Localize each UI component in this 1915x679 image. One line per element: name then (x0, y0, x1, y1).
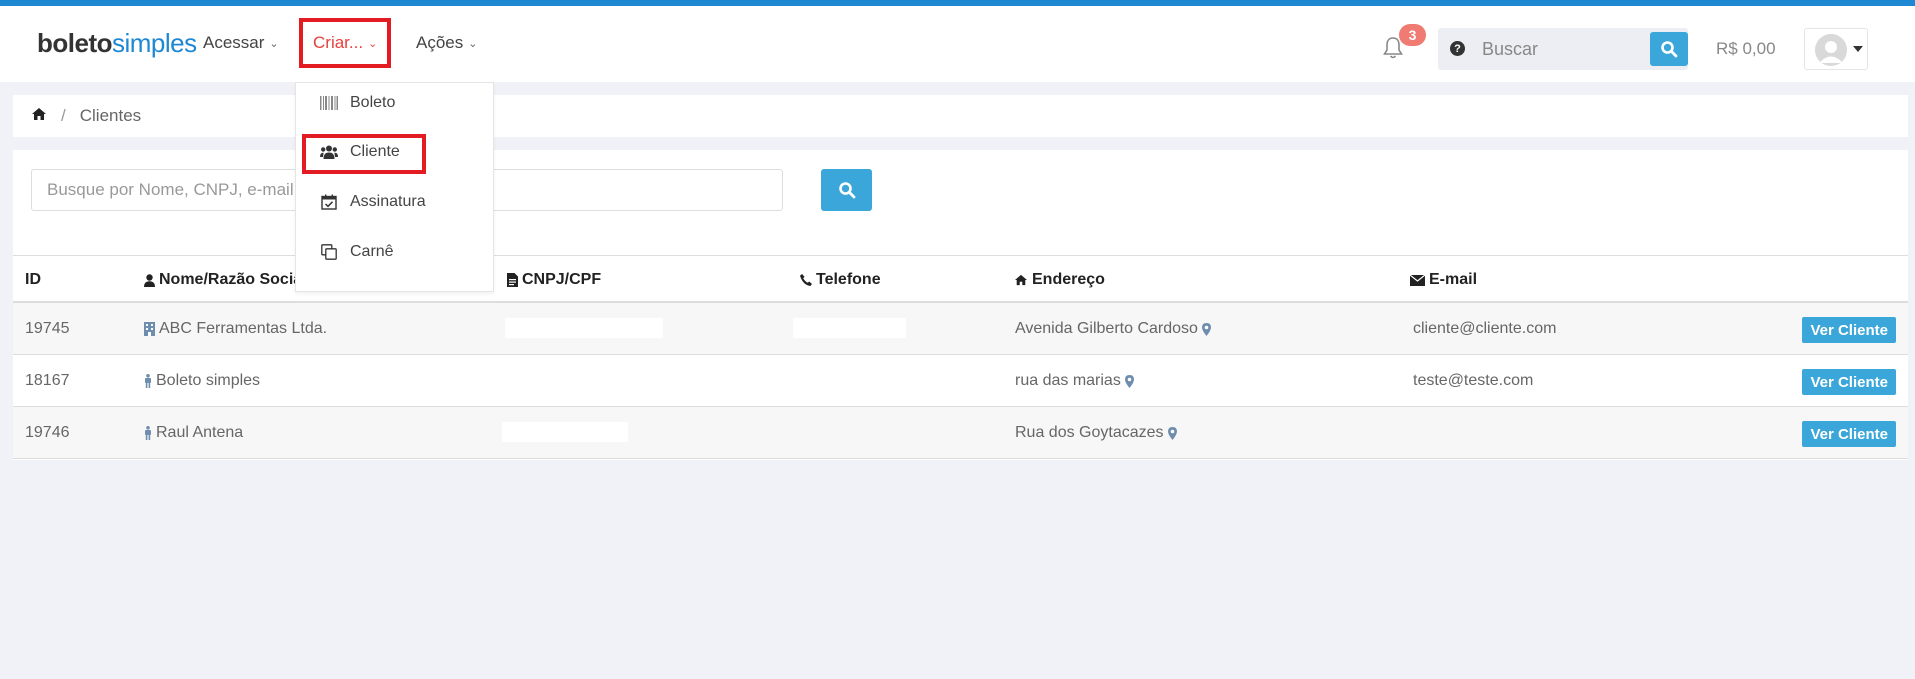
menu-item-carne-label: Carnê (350, 243, 394, 260)
file-icon (507, 273, 518, 287)
breadcrumb-current: Clientes (79, 106, 142, 125)
cell-name-text: Raul Antena (156, 424, 244, 441)
logo-text-bold: boleto (37, 28, 113, 58)
envelope-icon (1410, 274, 1425, 286)
phone-icon (800, 274, 812, 286)
cell-id: 19745 (25, 320, 70, 337)
header-email[interactable]: E-mail (1410, 271, 1477, 289)
account-balance[interactable]: R$ 0,00 (1716, 39, 1776, 59)
users-icon (320, 144, 338, 160)
cell-name-text: ABC Ferramentas Ltda. (159, 320, 328, 337)
calendar-check-icon (320, 194, 338, 210)
notification-badge: 3 (1399, 24, 1426, 46)
criar-dropdown-menu: Boleto Cliente Assinatura Carnê (295, 82, 494, 292)
person-icon (145, 426, 151, 440)
map-marker-icon (1201, 322, 1211, 336)
breadcrumb-separator: / (61, 106, 66, 125)
header-email-label: E-mail (1429, 271, 1478, 288)
search-icon (1661, 41, 1678, 58)
cell-id: 18167 (25, 372, 70, 389)
chevron-down-icon: ⌄ (468, 37, 478, 50)
user-icon (144, 273, 155, 287)
table-row: 19745 ABC Ferramentas Ltda. Avenida Gilb… (13, 303, 1908, 355)
map-marker-icon (1167, 426, 1177, 440)
global-search-button[interactable] (1650, 32, 1688, 66)
cell-address[interactable]: Avenida Gilberto Cardoso (1015, 320, 1211, 338)
header-id[interactable]: ID (25, 271, 41, 289)
nav-criar[interactable]: Criar... ⌄ (313, 33, 377, 53)
map-marker-icon (1124, 374, 1134, 388)
barcode-icon (320, 95, 338, 111)
cell-email: cliente@cliente.com (1413, 320, 1557, 337)
question-icon[interactable]: ? (1450, 41, 1465, 56)
menu-item-cliente-label: Cliente (350, 143, 400, 160)
table-row: 18167 Boleto simples rua das marias test… (13, 355, 1908, 407)
chevron-down-icon: ⌄ (368, 37, 378, 50)
menu-item-carne[interactable]: Carnê (320, 243, 394, 261)
header-address[interactable]: Endereço (1014, 271, 1105, 289)
cell-name[interactable]: ABC Ferramentas Ltda. (144, 320, 327, 338)
logo[interactable]: boletosimples (37, 28, 197, 59)
logo-text-light: simples (112, 28, 197, 58)
nav-acoes[interactable]: Ações ⌄ (416, 33, 477, 53)
client-search-button[interactable] (821, 169, 872, 211)
building-icon (144, 322, 155, 336)
table-row: 19746 Raul Antena Rua dos Goytacazes Ver… (13, 407, 1908, 459)
nav-acessar[interactable]: Acessar ⌄ (203, 33, 279, 53)
avatar (1815, 34, 1847, 66)
menu-item-cliente[interactable]: Cliente (320, 143, 400, 161)
top-navbar: boletosimples Acessar ⌄ Criar... ⌄ Ações… (0, 6, 1915, 82)
person-icon (145, 374, 151, 388)
header-phone-label: Telefone (816, 271, 881, 288)
view-client-button[interactable]: Ver Cliente (1802, 317, 1896, 343)
menu-item-assinatura[interactable]: Assinatura (320, 193, 426, 211)
cell-address-text: Avenida Gilberto Cardoso (1015, 320, 1198, 337)
header-name[interactable]: Nome/Razão Social (144, 271, 307, 289)
header-id-label: ID (25, 271, 41, 288)
copy-icon (320, 244, 338, 260)
menu-item-assinatura-label: Assinatura (350, 193, 426, 210)
header-address-label: Endereço (1032, 271, 1105, 288)
cell-email: teste@teste.com (1413, 372, 1534, 389)
menu-item-boleto-label: Boleto (350, 94, 396, 111)
redacted-phone (793, 318, 906, 338)
nav-acoes-label: Ações (416, 33, 464, 52)
global-search-input[interactable] (1482, 34, 1652, 64)
search-icon (838, 182, 855, 199)
chevron-down-icon: ⌄ (269, 37, 279, 50)
header-cnpj-label: CNPJ/CPF (522, 271, 602, 288)
cell-address[interactable]: rua das marias (1015, 372, 1134, 390)
nav-acessar-label: Acessar (203, 33, 265, 52)
cell-name[interactable]: Boleto simples (144, 372, 260, 390)
home-icon[interactable] (31, 106, 47, 126)
caret-down-icon (1853, 46, 1863, 52)
nav-criar-label: Criar... (313, 33, 364, 52)
cell-address-text: rua das marias (1015, 372, 1121, 389)
home-icon (1015, 274, 1027, 286)
view-client-button[interactable]: Ver Cliente (1802, 369, 1896, 395)
user-menu[interactable] (1804, 28, 1868, 70)
menu-item-boleto[interactable]: Boleto (320, 94, 395, 112)
header-phone[interactable]: Telefone (800, 271, 881, 289)
redacted-cnpj (505, 318, 663, 338)
cell-name-text: Boleto simples (156, 372, 261, 389)
cell-name[interactable]: Raul Antena (144, 424, 243, 442)
header-name-label: Nome/Razão Social (159, 271, 307, 288)
view-client-button[interactable]: Ver Cliente (1802, 421, 1896, 447)
cell-address[interactable]: Rua dos Goytacazes (1015, 424, 1177, 442)
redacted-cnpj (502, 422, 628, 442)
cell-id: 19746 (25, 424, 70, 441)
cell-address-text: Rua dos Goytacazes (1015, 424, 1164, 441)
header-cnpj[interactable]: CNPJ/CPF (507, 271, 601, 289)
